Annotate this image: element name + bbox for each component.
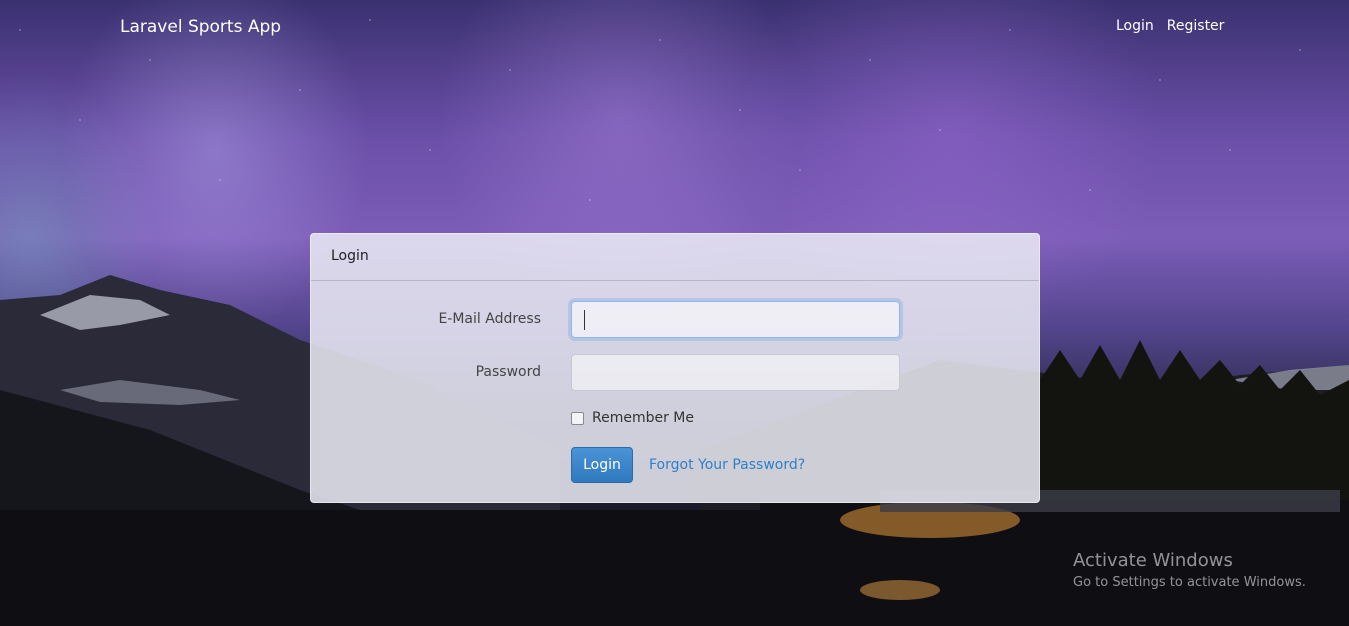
email-row: E-Mail Address xyxy=(311,301,1041,339)
card-header: Login xyxy=(311,234,1039,281)
nav-register-link[interactable]: Register xyxy=(1167,18,1225,34)
password-input[interactable] xyxy=(571,354,900,391)
forgot-password-link[interactable]: Forgot Your Password? xyxy=(649,457,805,473)
email-label: E-Mail Address xyxy=(438,311,541,327)
windows-activation-watermark: Activate Windows Go to Settings to activ… xyxy=(1073,550,1306,590)
remember-label: Remember Me xyxy=(592,410,694,426)
nav-login-link[interactable]: Login xyxy=(1116,18,1154,34)
password-row: Password xyxy=(311,354,1041,392)
watermark-title: Activate Windows xyxy=(1073,550,1233,571)
login-button[interactable]: Login xyxy=(571,447,633,483)
brand-link[interactable]: Laravel Sports App xyxy=(120,17,281,37)
email-input[interactable] xyxy=(571,301,900,338)
login-card: Login E-Mail Address Password Remember M… xyxy=(310,233,1040,503)
top-navbar: Laravel Sports App Login Register xyxy=(0,0,1349,54)
remember-me[interactable]: Remember Me xyxy=(571,410,694,426)
nav-links: Login Register xyxy=(1116,18,1224,34)
watermark-subtitle: Go to Settings to activate Windows. xyxy=(1073,575,1306,590)
password-label: Password xyxy=(475,364,541,380)
text-caret xyxy=(584,310,585,330)
remember-checkbox[interactable] xyxy=(571,411,584,425)
